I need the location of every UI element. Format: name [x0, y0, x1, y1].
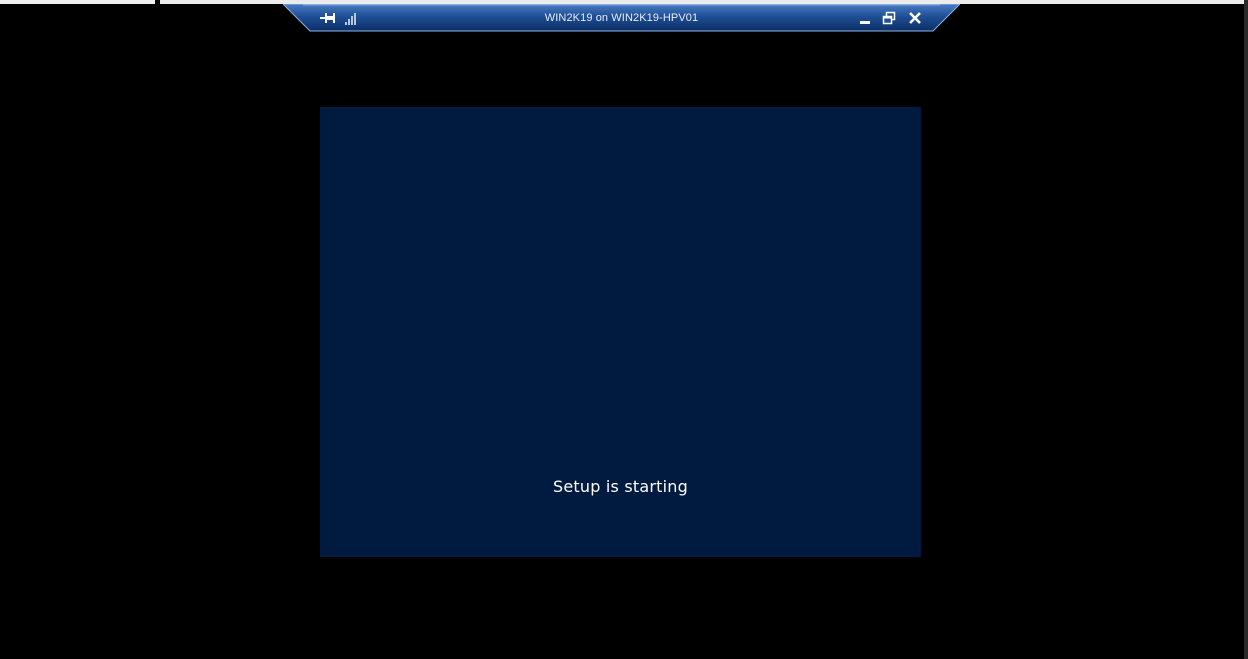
- host-window-edge-vertical: [1244, 0, 1248, 659]
- restore-icon: [882, 11, 896, 25]
- remote-desktop-screen: WIN2K19 on WIN2K19-HPV01 Setup is starti…: [0, 0, 1248, 659]
- host-window-edge-left: [0, 0, 155, 4]
- setup-status-text: Setup is starting: [553, 477, 688, 496]
- restore-button[interactable]: [878, 7, 900, 29]
- close-icon: [909, 12, 921, 24]
- vm-display[interactable]: Setup is starting: [320, 107, 921, 557]
- minimize-button[interactable]: [854, 7, 876, 29]
- minimize-icon: [860, 21, 870, 24]
- connection-bar: WIN2K19 on WIN2K19-HPV01: [283, 4, 960, 32]
- close-button[interactable]: [904, 7, 926, 29]
